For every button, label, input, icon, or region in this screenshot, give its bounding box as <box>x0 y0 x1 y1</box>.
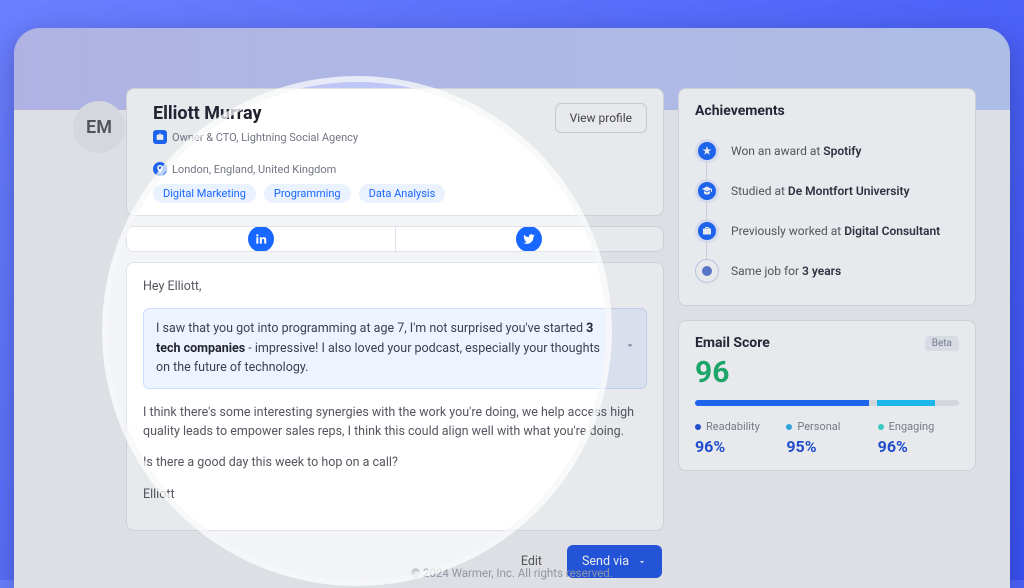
achievement-item: Studied at De Montfort University <box>695 171 959 211</box>
achievement-bold: Digital Consultant <box>844 224 940 238</box>
beta-badge: Beta <box>925 336 959 351</box>
metric-label: Readability <box>706 420 760 433</box>
highlight-text: I saw that you got into programming at a… <box>156 321 586 336</box>
email-score-title: Email Score <box>695 335 770 351</box>
profile-tags: Digital Marketing Programming Data Analy… <box>153 184 541 203</box>
email-highlight: I saw that you got into programming at a… <box>143 308 647 388</box>
app-frame: EM Elliott Murray Owner & CTO, Lightning… <box>14 28 1010 588</box>
location-icon <box>153 162 167 176</box>
achievement-bold: 3 years <box>802 264 841 278</box>
email-score-value: 96 <box>695 355 959 390</box>
profile-card: EM Elliott Murray Owner & CTO, Lightning… <box>126 88 664 216</box>
achievement-text: Studied at <box>731 184 788 198</box>
briefcase-icon <box>695 219 719 243</box>
left-column: EM Elliott Murray Owner & CTO, Lightning… <box>126 88 664 588</box>
profile-location: London, England, United Kingdom <box>153 162 336 176</box>
metric-value: 95% <box>786 437 867 456</box>
footer-text: © 2024 Warmer, Inc. All rights reserved. <box>14 566 1010 580</box>
metric-engaging: Engaging 96% <box>878 420 959 456</box>
star-icon <box>695 139 719 163</box>
right-column: Achievements Won an award at Spotify Stu… <box>678 88 976 588</box>
profile-location-text: London, England, United Kingdom <box>172 163 336 176</box>
email-signoff: Elliott <box>143 485 647 504</box>
chevron-down-icon[interactable] <box>624 339 636 358</box>
achievement-text: Previously worked at <box>731 224 844 238</box>
achievement-item: Won an award at Spotify <box>695 131 959 171</box>
achievements-card: Achievements Won an award at Spotify Stu… <box>678 88 976 306</box>
view-profile-button[interactable]: View profile <box>555 103 647 133</box>
email-greeting: Hey Elliott, <box>143 277 647 296</box>
social-tabs <box>126 226 664 252</box>
twitter-icon <box>516 226 542 252</box>
metric-label: Engaging <box>889 420 935 433</box>
profile-name: Elliott Murray <box>153 103 541 124</box>
tag: Digital Marketing <box>153 184 256 203</box>
briefcase-icon <box>153 130 167 144</box>
email-card: Hey Elliott, I saw that you got into pro… <box>126 262 664 531</box>
education-icon <box>695 179 719 203</box>
avatar: EM <box>73 101 125 153</box>
clock-icon <box>695 259 719 283</box>
metric-value: 96% <box>878 437 959 456</box>
email-body: Is there a good day this week to hop on … <box>143 453 647 472</box>
score-bar <box>695 400 959 406</box>
profile-title: Owner & CTO, Lightning Social Agency <box>153 130 358 144</box>
email-score-card: Email Score Beta 96 Readability 96% Pers… <box>678 320 976 471</box>
achievements-title: Achievements <box>695 103 959 119</box>
metric-personal: Personal 95% <box>786 420 867 456</box>
linkedin-icon <box>248 226 274 252</box>
achievement-bold: De Montfort University <box>788 184 910 198</box>
twitter-tab[interactable] <box>395 227 664 251</box>
tag: Data Analysis <box>359 184 446 203</box>
metric-readability: Readability 96% <box>695 420 776 456</box>
metric-label: Personal <box>797 420 840 433</box>
achievement-item: Previously worked at Digital Consultant <box>695 211 959 251</box>
achievement-text: Won an award at <box>731 144 823 158</box>
content-area: EM Elliott Murray Owner & CTO, Lightning… <box>14 28 1010 588</box>
metric-value: 96% <box>695 437 776 456</box>
email-actions: Edit Send via <box>126 541 664 588</box>
profile-title-text: Owner & CTO, Lightning Social Agency <box>172 131 358 144</box>
score-metrics: Readability 96% Personal 95% Engaging 96… <box>695 420 959 456</box>
achievement-bold: Spotify <box>823 144 861 158</box>
chevron-down-icon <box>637 557 647 567</box>
achievement-text: Same job for <box>731 264 802 278</box>
tag: Programming <box>264 184 351 203</box>
linkedin-tab[interactable] <box>127 227 395 251</box>
email-body: I think there's some interesting synergi… <box>143 403 647 442</box>
achievement-item: Same job for 3 years <box>695 251 959 291</box>
